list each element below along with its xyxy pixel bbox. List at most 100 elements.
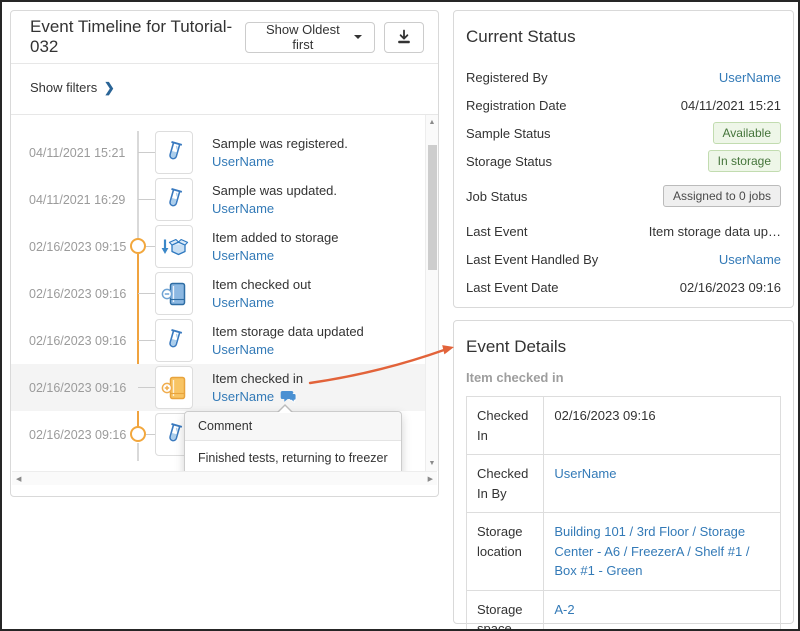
popover-header: Comment bbox=[185, 412, 401, 441]
chevron-right-icon: ❯ bbox=[104, 80, 115, 95]
timeline-connector bbox=[146, 246, 155, 247]
storage-location-link[interactable]: Building 101 / 3rd Floor / Storage Cente… bbox=[554, 524, 749, 578]
event-user-link[interactable]: UserName bbox=[212, 342, 364, 357]
event-details-title: Event Details bbox=[466, 337, 781, 357]
table-row: Checked In By UserName bbox=[467, 455, 781, 513]
last-event-handled-by-link[interactable]: UserName bbox=[719, 252, 781, 267]
popover-caret bbox=[277, 404, 293, 412]
status-row-sample-status: Sample Status Available bbox=[466, 119, 781, 147]
vertical-scrollbar-thumb[interactable] bbox=[428, 145, 437, 270]
status-row-registration-date: Registration Date 04/11/2021 15:21 bbox=[466, 91, 781, 119]
test-tube-icon bbox=[155, 319, 193, 362]
detail-label: Checked In By bbox=[467, 455, 544, 513]
event-details-panel: Event Details Item checked in Checked In… bbox=[453, 320, 794, 624]
download-icon bbox=[396, 29, 412, 45]
status-value: 04/11/2021 15:21 bbox=[681, 98, 781, 113]
sample-status-badge: Available bbox=[713, 122, 781, 144]
detail-label: Checked In bbox=[467, 397, 544, 455]
timeline-node bbox=[130, 238, 146, 254]
event-date: 02/16/2023 09:16 bbox=[29, 317, 126, 364]
timeline-row-sample-updated[interactable]: 04/11/2021 16:29 Sample was updated. Use… bbox=[11, 176, 425, 223]
timeline-scroll-area: 04/11/2021 15:21 Sample was registered. … bbox=[11, 115, 438, 471]
timeline-rows: 04/11/2021 15:21 Sample was registered. … bbox=[11, 129, 425, 458]
status-label: Last Event Date bbox=[466, 280, 559, 295]
filters-row: Show filters ❯ bbox=[11, 64, 438, 115]
detail-label: Storage space bbox=[467, 590, 544, 631]
status-label: Registered By bbox=[466, 70, 548, 85]
status-row-job-status: Job Status Assigned to 0 jobs bbox=[466, 182, 781, 210]
show-filters-link[interactable]: Show filters ❯ bbox=[30, 80, 115, 95]
event-title: Item added to storage bbox=[212, 230, 338, 245]
registered-by-link[interactable]: UserName bbox=[719, 70, 781, 85]
status-label: Last Event Handled By bbox=[466, 252, 598, 267]
event-user-link[interactable]: UserName bbox=[212, 154, 348, 169]
timeline-row-sample-registered[interactable]: 04/11/2021 15:21 Sample was registered. … bbox=[11, 129, 425, 176]
event-title: Item checked in bbox=[212, 371, 303, 386]
horizontal-scrollbar[interactable]: ◀ ▶ bbox=[12, 471, 437, 485]
table-row: Checked In 02/16/2023 09:16 bbox=[467, 397, 781, 455]
timeline-connector bbox=[138, 152, 155, 153]
page-title: Event Timeline for Tutorial-032 bbox=[30, 17, 245, 57]
current-status-title: Current Status bbox=[466, 27, 781, 47]
timeline-connector bbox=[138, 387, 155, 388]
scroll-left-icon[interactable]: ◀ bbox=[16, 475, 21, 483]
timeline-header-actions: Show Oldest first bbox=[245, 22, 424, 53]
table-row: Storage location Building 101 / 3rd Floo… bbox=[467, 513, 781, 591]
status-label: Registration Date bbox=[466, 98, 566, 113]
timeline-connector bbox=[138, 199, 155, 200]
popover-body: Finished tests, returning to freezer bbox=[185, 441, 401, 471]
detail-value: 02/16/2023 09:16 bbox=[544, 397, 781, 455]
storage-space-link[interactable]: A-2 bbox=[554, 602, 574, 617]
timeline-row-storage-data-updated[interactable]: 02/16/2023 09:16 Item storage data updat… bbox=[11, 317, 425, 364]
status-row-last-event: Last Event Item storage data up… bbox=[466, 217, 781, 245]
scroll-right-icon[interactable]: ▶ bbox=[428, 475, 433, 483]
test-tube-icon bbox=[155, 131, 193, 174]
event-title: Item checked out bbox=[212, 277, 311, 292]
test-tube-icon bbox=[155, 178, 193, 221]
timeline-connector bbox=[138, 340, 155, 341]
event-user-link[interactable]: UserName bbox=[212, 295, 311, 310]
event-date: 04/11/2021 16:29 bbox=[29, 176, 125, 223]
add-to-storage-icon bbox=[155, 225, 193, 268]
vertical-scrollbar[interactable]: ▲ ▼ bbox=[425, 115, 438, 471]
event-user-link[interactable]: UserName bbox=[212, 248, 338, 263]
event-user-link[interactable]: UserName bbox=[212, 201, 337, 216]
event-date: 02/16/2023 09:16 bbox=[29, 270, 126, 317]
event-details-table: Checked In 02/16/2023 09:16 Checked In B… bbox=[466, 396, 781, 631]
event-date: 02/16/2023 09:16 bbox=[29, 364, 126, 411]
timeline-node bbox=[130, 426, 146, 442]
current-status-panel: Current Status Registered By UserName Re… bbox=[453, 10, 794, 308]
timeline-row-checked-out[interactable]: 02/16/2023 09:16 Item checked out UserNa… bbox=[11, 270, 425, 317]
comment-bubble-icon[interactable] bbox=[280, 390, 297, 404]
scroll-down-icon[interactable]: ▼ bbox=[426, 457, 438, 470]
event-title: Item storage data updated bbox=[212, 324, 364, 339]
event-details-subtitle: Item checked in bbox=[466, 370, 781, 385]
detail-label: Storage location bbox=[467, 513, 544, 591]
download-button[interactable] bbox=[384, 22, 424, 53]
status-label: Storage Status bbox=[466, 154, 552, 169]
status-row-last-event-handled-by: Last Event Handled By UserName bbox=[466, 245, 781, 273]
sort-order-button[interactable]: Show Oldest first bbox=[245, 22, 375, 53]
checked-in-by-link[interactable]: UserName bbox=[554, 466, 616, 481]
status-value: 02/16/2023 09:16 bbox=[680, 280, 781, 295]
scroll-up-icon[interactable]: ▲ bbox=[426, 116, 438, 129]
timeline-header: Event Timeline for Tutorial-032 Show Old… bbox=[11, 11, 438, 64]
status-row-registered-by: Registered By UserName bbox=[466, 63, 781, 91]
event-user-link[interactable]: UserName bbox=[212, 389, 274, 404]
event-timeline-panel: Event Timeline for Tutorial-032 Show Old… bbox=[10, 10, 439, 497]
timeline-row-added-to-storage[interactable]: 02/16/2023 09:15 Item added to storage U… bbox=[11, 223, 425, 270]
sort-order-label: Show Oldest first bbox=[258, 22, 347, 52]
freezer-check-out-icon bbox=[155, 272, 193, 315]
status-row-storage-status: Storage Status In storage bbox=[466, 147, 781, 175]
comment-popover: Comment Finished tests, returning to fre… bbox=[184, 411, 402, 471]
timeline-row-checked-in[interactable]: 02/16/2023 09:16 Item checked in UserNam… bbox=[11, 364, 425, 411]
status-value: Item storage data up… bbox=[649, 224, 781, 239]
event-date: 02/16/2023 09:16 bbox=[29, 411, 126, 458]
job-status-badge: Assigned to 0 jobs bbox=[663, 185, 781, 207]
timeline-connector bbox=[138, 293, 155, 294]
status-label: Sample Status bbox=[466, 126, 551, 141]
status-label: Job Status bbox=[466, 189, 527, 204]
event-title: Sample was updated. bbox=[212, 183, 337, 198]
chevron-down-icon bbox=[354, 35, 362, 39]
freezer-check-in-icon bbox=[155, 366, 193, 409]
